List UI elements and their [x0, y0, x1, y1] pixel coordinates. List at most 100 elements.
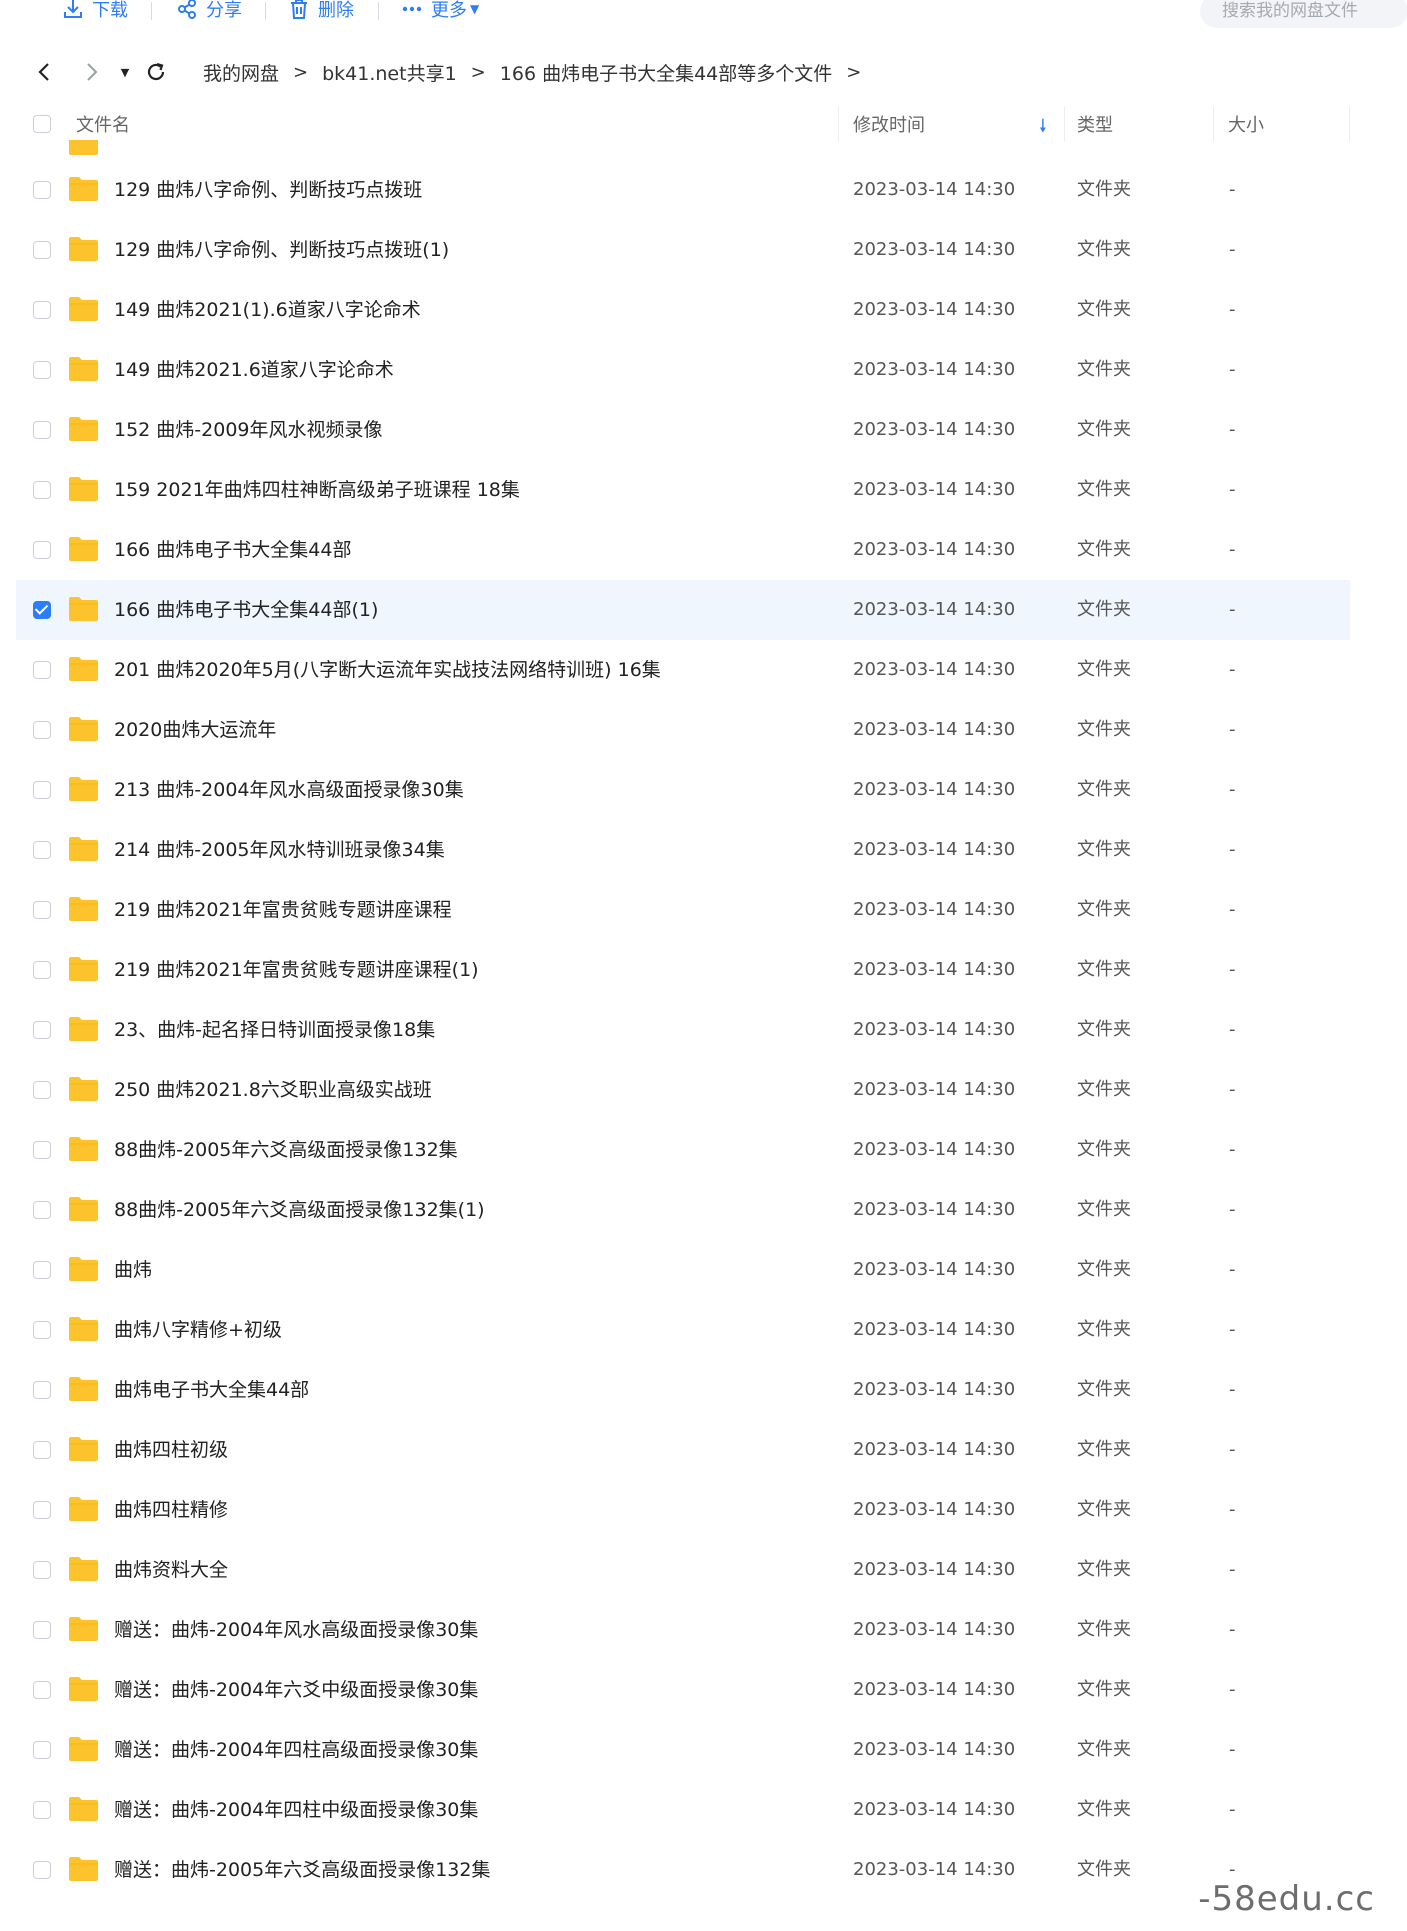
file-row[interactable]: 129 曲炜八字命例、判断技巧点拨班(1) 2023-03-14 14:30 文件夹… [0, 220, 1350, 280]
file-name[interactable]: 250 曲炜2021.8六爻职业高级实战班 [114, 1060, 432, 1120]
file-row[interactable]: 曲炜 2023-03-14 14:30 文件夹 - [0, 1240, 1350, 1300]
back-button[interactable] [32, 52, 58, 92]
more-button[interactable]: 更多 ▼ [401, 0, 479, 21]
row-checkbox[interactable] [33, 301, 51, 319]
file-name[interactable]: 152 曲炜-2009年风水视频录像 [114, 400, 383, 460]
file-name[interactable]: 159 2021年曲炜四柱神断高级弟子班课程 18集 [114, 460, 520, 520]
column-header-modified[interactable]: 修改时间 [853, 104, 925, 144]
file-row[interactable]: 159 2021年曲炜四柱神断高级弟子班课程 18集 2023-03-14 14:… [0, 460, 1350, 520]
file-name[interactable]: 219 曲炜2021年富贵贫贱专题讲座课程(1) [114, 940, 479, 1000]
row-checkbox[interactable] [33, 181, 51, 199]
file-name[interactable]: 曲炜资料大全 [114, 1540, 228, 1600]
file-row[interactable]: 219 曲炜2021年富贵贫贱专题讲座课程(1) 2023-03-14 14:30… [0, 940, 1350, 1000]
row-checkbox[interactable] [33, 1261, 51, 1279]
file-name[interactable]: 赠送：曲炜-2004年四柱高级面授录像30集 [114, 1720, 478, 1780]
row-checkbox[interactable] [33, 601, 51, 619]
file-row[interactable]: 214 曲炜-2005年风水特训班录像34集 2023-03-14 14:30 文件… [0, 820, 1350, 880]
row-checkbox[interactable] [33, 1141, 51, 1159]
file-row[interactable]: 213 曲炜-2004年风水高级面授录像30集 2023-03-14 14:30 文… [0, 760, 1350, 820]
file-row[interactable]: 219 曲炜2021年富贵贫贱专题讲座课程 2023-03-14 14:30 文件夹… [0, 880, 1350, 940]
file-name[interactable]: 曲炜八字精修+初级 [114, 1300, 282, 1360]
file-name[interactable]: 88曲炜-2005年六爻高级面授录像132集 [114, 1120, 458, 1180]
file-name[interactable]: 赠送：曲炜-2004年六爻中级面授录像30集 [114, 1660, 478, 1720]
file-row[interactable]: 赠送：曲炜-2005年六爻高级面授录像132集 2023-03-14 14:30 文… [0, 1840, 1350, 1900]
file-name[interactable]: 23、曲炜-起名择日特训面授录像18集 [114, 1000, 435, 1060]
row-checkbox[interactable] [33, 361, 51, 379]
file-name[interactable]: 曲炜 [114, 1240, 152, 1300]
row-checkbox[interactable] [33, 1741, 51, 1759]
file-row[interactable]: 129 曲炜八字命例、判断技巧点拨班 2023-03-14 14:30 文件夹 - [0, 160, 1350, 220]
file-row[interactable]: 赠送：曲炜-2004年四柱高级面授录像30集 2023-03-14 14:30 文件… [0, 1720, 1350, 1780]
file-name[interactable]: 曲炜四柱初级 [114, 1420, 228, 1480]
file-row[interactable]: 赠送：曲炜-2004年六爻中级面授录像30集 2023-03-14 14:30 文件… [0, 1660, 1350, 1720]
forward-button[interactable] [78, 52, 104, 92]
search-input[interactable] [1220, 0, 1404, 22]
search-box[interactable] [1200, 0, 1407, 28]
file-row[interactable]: 166 曲炜电子书大全集44部 2023-03-14 14:30 文件夹 - [0, 520, 1350, 580]
file-name[interactable]: 曲炜电子书大全集44部 [114, 1360, 309, 1420]
row-checkbox[interactable] [33, 1681, 51, 1699]
row-checkbox[interactable] [33, 1381, 51, 1399]
file-row[interactable]: 23、曲炜-起名择日特训面授录像18集 2023-03-14 14:30 文件夹 - [0, 1000, 1350, 1060]
delete-button[interactable]: 删除 [288, 0, 354, 21]
row-checkbox[interactable] [33, 721, 51, 739]
file-row[interactable]: 曲炜资料大全 2023-03-14 14:30 文件夹 - [0, 1540, 1350, 1600]
select-all-checkbox[interactable] [33, 115, 51, 133]
file-row[interactable]: 152 曲炜-2009年风水视频录像 2023-03-14 14:30 文件夹 - [0, 400, 1350, 460]
row-checkbox[interactable] [33, 1321, 51, 1339]
file-name[interactable]: 166 曲炜电子书大全集44部 [114, 520, 351, 580]
file-name[interactable]: 赠送：曲炜-2004年四柱中级面授录像30集 [114, 1780, 478, 1840]
file-row[interactable]: 88曲炜-2005年六爻高级面授录像132集 2023-03-14 14:30 文件… [0, 1120, 1350, 1180]
history-dropdown-button[interactable]: ▼ [116, 52, 134, 92]
column-header-name[interactable]: 文件名 [76, 104, 130, 144]
row-checkbox[interactable] [33, 1021, 51, 1039]
file-row[interactable]: 2020曲炜大运流年 2023-03-14 14:30 文件夹 - [0, 700, 1350, 760]
row-checkbox[interactable] [33, 1081, 51, 1099]
file-row[interactable]: 赠送：曲炜-2004年风水高级面授录像30集 2023-03-14 14:30 文件… [0, 1600, 1350, 1660]
column-header-size[interactable]: 大小 [1228, 104, 1264, 144]
file-row[interactable]: 250 曲炜2021.8六爻职业高级实战班 2023-03-14 14:30 文件夹… [0, 1060, 1350, 1120]
row-checkbox[interactable] [33, 841, 51, 859]
file-row[interactable]: 曲炜电子书大全集44部 2023-03-14 14:30 文件夹 - [0, 1360, 1350, 1420]
row-checkbox[interactable] [33, 481, 51, 499]
file-row[interactable]: 88曲炜-2005年六爻高级面授录像132集(1) 2023-03-14 14:3… [0, 1180, 1350, 1240]
file-name[interactable]: 213 曲炜-2004年风水高级面授录像30集 [114, 760, 464, 820]
row-checkbox[interactable] [33, 661, 51, 679]
row-checkbox[interactable] [33, 1561, 51, 1579]
file-name[interactable]: 129 曲炜八字命例、判断技巧点拨班(1) [114, 220, 449, 280]
file-name[interactable]: 219 曲炜2021年富贵贫贱专题讲座课程 [114, 880, 452, 940]
download-button[interactable]: 下载 [62, 0, 128, 21]
file-name[interactable]: 149 曲炜2021.6道家八字论命术 [114, 340, 394, 400]
file-row[interactable]: 149 曲炜2021(1).6道家八字论命术 2023-03-14 14:30 文件… [0, 280, 1350, 340]
file-name[interactable]: 129 曲炜八字命例、判断技巧点拨班 [114, 160, 422, 220]
row-checkbox[interactable] [33, 1861, 51, 1879]
file-name[interactable]: 88曲炜-2005年六爻高级面授录像132集(1) [114, 1180, 485, 1240]
refresh-button[interactable] [142, 52, 170, 92]
file-row[interactable]: 曲炜四柱精修 2023-03-14 14:30 文件夹 - [0, 1480, 1350, 1540]
file-name[interactable]: 166 曲炜电子书大全集44部(1) [114, 580, 378, 640]
file-name[interactable]: 曲炜四柱精修 [114, 1480, 228, 1540]
row-checkbox[interactable] [33, 421, 51, 439]
row-checkbox[interactable] [33, 1801, 51, 1819]
row-checkbox[interactable] [33, 1441, 51, 1459]
row-checkbox[interactable] [33, 901, 51, 919]
breadcrumb-item-root[interactable]: 我的网盘 [203, 59, 279, 86]
column-header-type[interactable]: 类型 [1077, 104, 1113, 144]
file-row[interactable]: 166 曲炜电子书大全集44部(1) 2023-03-14 14:30 文件夹 - [16, 580, 1350, 640]
file-row[interactable]: 赠送：曲炜-2004年四柱中级面授录像30集 2023-03-14 14:30 文件… [0, 1780, 1350, 1840]
file-row[interactable]: 曲炜八字精修+初级 2023-03-14 14:30 文件夹 - [0, 1300, 1350, 1360]
breadcrumb-item-share[interactable]: bk41.net共享1 [322, 59, 457, 86]
row-checkbox[interactable] [33, 241, 51, 259]
file-name[interactable]: 赠送：曲炜-2005年六爻高级面授录像132集 [114, 1840, 490, 1900]
row-checkbox[interactable] [33, 541, 51, 559]
file-name[interactable]: 赠送：曲炜-2004年风水高级面授录像30集 [114, 1600, 478, 1660]
file-row[interactable]: 149 曲炜2021.6道家八字论命术 2023-03-14 14:30 文件夹 - [0, 340, 1350, 400]
file-name[interactable]: 149 曲炜2021(1).6道家八字论命术 [114, 280, 421, 340]
file-name[interactable]: 214 曲炜-2005年风水特训班录像34集 [114, 820, 445, 880]
row-checkbox[interactable] [33, 961, 51, 979]
file-name[interactable]: 2020曲炜大运流年 [114, 700, 276, 760]
share-button[interactable]: 分享 [176, 0, 242, 21]
row-checkbox[interactable] [33, 1621, 51, 1639]
file-row[interactable]: 201 曲炜2020年5月(八字断大运流年实战技法网络特训班) 16集 2023-… [0, 640, 1350, 700]
row-checkbox[interactable] [33, 781, 51, 799]
